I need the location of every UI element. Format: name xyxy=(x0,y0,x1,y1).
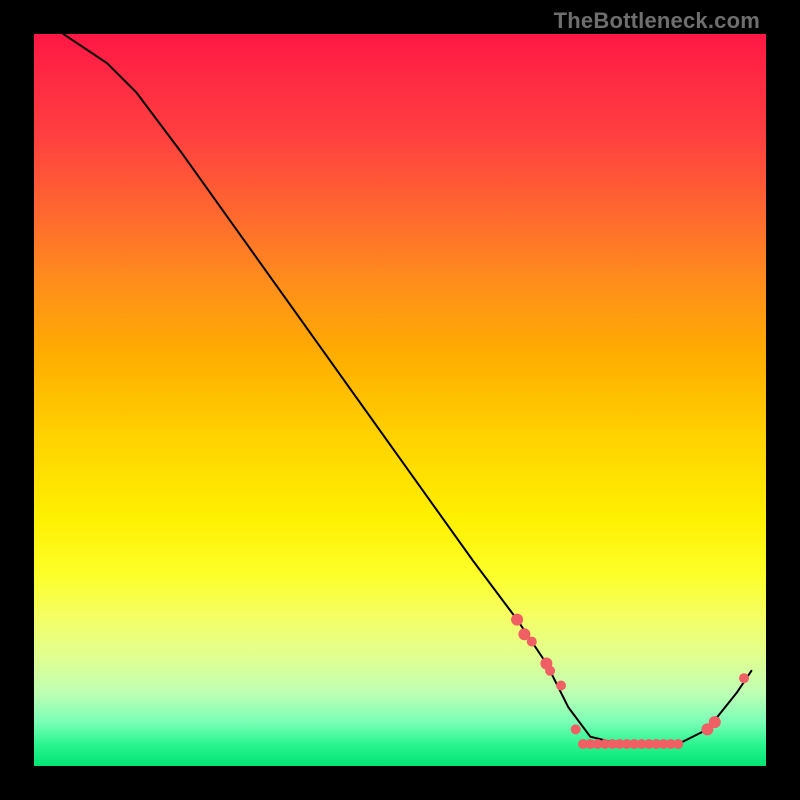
watermark-text: TheBottleneck.com xyxy=(554,8,760,34)
data-marker xyxy=(673,739,683,749)
data-marker xyxy=(511,614,523,626)
plot-area xyxy=(34,34,766,766)
data-marker xyxy=(709,716,721,728)
chart-svg xyxy=(34,34,766,766)
chart-stage: TheBottleneck.com xyxy=(0,0,800,800)
bottleneck-curve xyxy=(63,34,751,744)
data-marker xyxy=(739,673,749,683)
data-marker xyxy=(545,666,555,676)
data-marker xyxy=(556,681,566,691)
data-marker xyxy=(527,637,537,647)
data-markers xyxy=(511,614,749,749)
data-marker xyxy=(571,724,581,734)
